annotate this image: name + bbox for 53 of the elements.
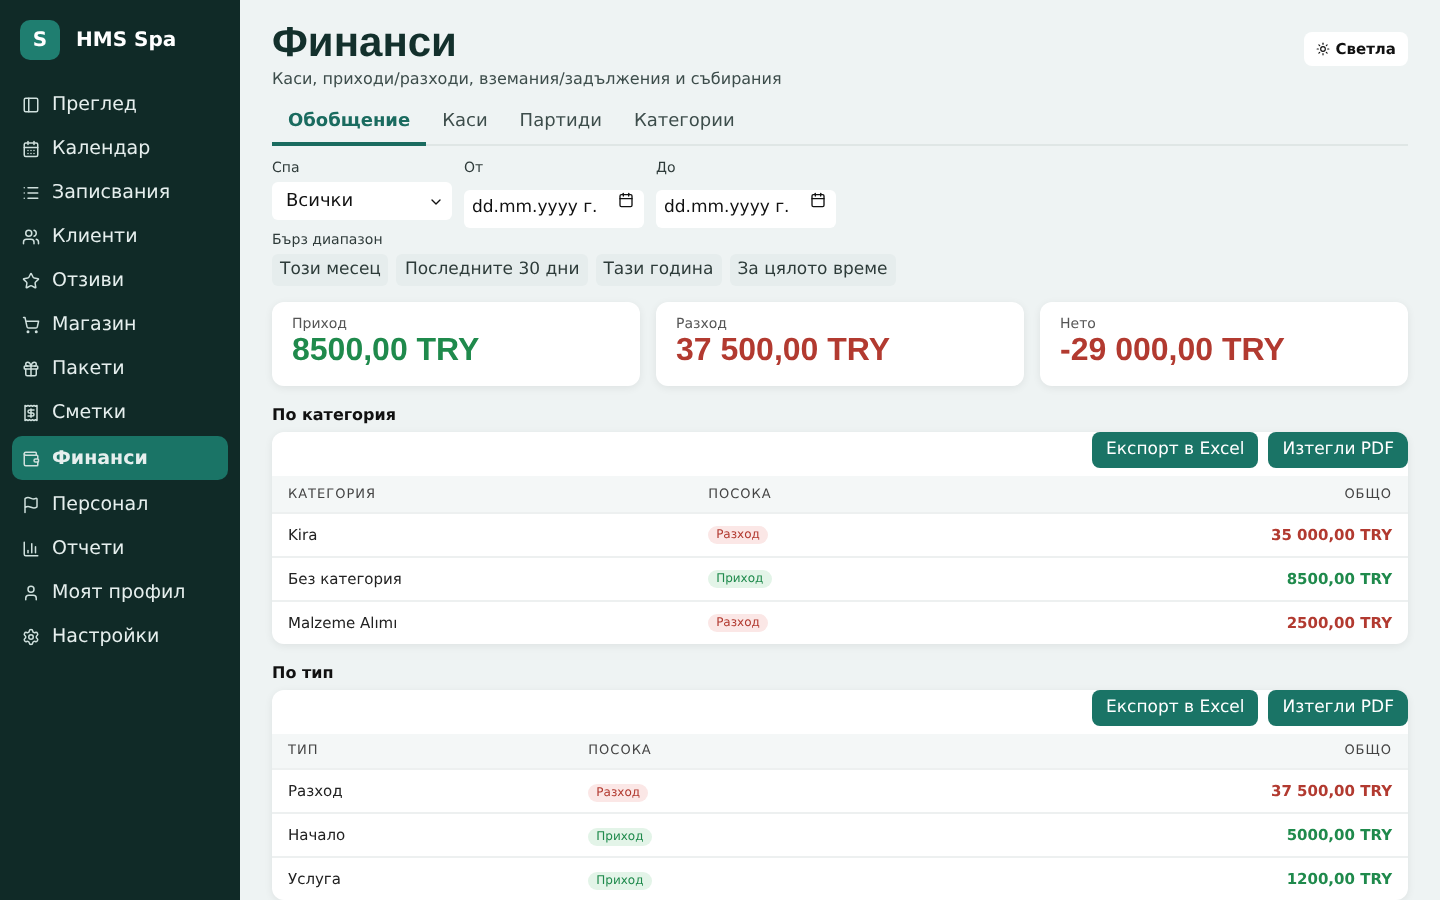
list-icon	[22, 183, 40, 201]
sun-icon	[1315, 42, 1330, 56]
sidebar-item[interactable]: Отчети	[12, 528, 228, 568]
section-title: По категория	[272, 406, 399, 424]
card-value: 37 500,00 TRY	[676, 334, 893, 370]
export-button[interactable]: Изтегли PDF	[1268, 432, 1408, 468]
calendar-icon	[810, 192, 826, 208]
brand-name: HMS Spa	[76, 29, 177, 51]
calendar-icon	[22, 139, 40, 157]
star-icon	[22, 271, 40, 289]
tab[interactable]: Партиди	[503, 104, 618, 146]
wallet-icon	[22, 449, 40, 467]
sidebar-item[interactable]: Клиенти	[12, 216, 228, 256]
sidebar-item[interactable]: Сметки	[12, 392, 228, 432]
user-icon	[22, 583, 40, 601]
range-button[interactable]: Тази година	[595, 254, 722, 286]
card-value: -29 000,00 TRY	[1060, 334, 1287, 370]
sidebar-item[interactable]: Финанси	[12, 436, 228, 480]
export-button[interactable]: Експорт в Excel	[1092, 689, 1259, 725]
range-button[interactable]: Този месец	[272, 254, 389, 286]
receipt-icon	[22, 403, 40, 421]
page-subtitle: Каси, приходи/разходи, вземания/задължения и събирания	[272, 70, 782, 88]
range-button[interactable]: За цялото време	[729, 254, 896, 286]
cart-icon	[22, 315, 40, 333]
section-title: По тип	[272, 663, 336, 681]
sidebar-item[interactable]: Календар	[12, 128, 228, 168]
panel-icon	[22, 95, 40, 113]
sidebar-item[interactable]: Преглед	[12, 84, 228, 124]
tab[interactable]: Обобщение	[272, 104, 427, 146]
sidebar-item[interactable]: Моят профил	[12, 572, 228, 612]
page-title: Финанси	[272, 20, 459, 68]
sidebar-item[interactable]: Записвания	[12, 172, 228, 212]
card-value: 8500,00 TRY	[292, 334, 482, 370]
sidebar-item[interactable]: Магазин	[12, 304, 228, 344]
calendar-icon	[618, 192, 634, 208]
date-field[interactable]: dd.mm.yyyy г.	[656, 189, 836, 227]
sidebar-item[interactable]: Персонал	[12, 484, 228, 524]
users-icon	[22, 227, 40, 245]
settings-icon	[22, 627, 40, 645]
tab[interactable]: Каси	[426, 104, 504, 146]
date-field[interactable]: dd.mm.yyyy г.	[464, 189, 644, 227]
sidebar-item[interactable]: Пакети	[12, 348, 228, 388]
flag-icon	[22, 495, 40, 513]
export-button[interactable]: Изтегли PDF	[1268, 689, 1408, 725]
spa-select[interactable]: Всички	[272, 182, 452, 220]
tab[interactable]: Категории	[617, 104, 751, 146]
sidebar-item[interactable]: Настройки	[12, 616, 228, 656]
gift-icon	[22, 359, 40, 377]
logo-icon: S	[20, 20, 60, 60]
bar-chart-icon	[22, 539, 40, 557]
export-button[interactable]: Експорт в Excel	[1092, 432, 1259, 468]
sidebar-item[interactable]: Отзиви	[12, 260, 228, 300]
range-button[interactable]: Последните 30 дни	[396, 254, 588, 286]
